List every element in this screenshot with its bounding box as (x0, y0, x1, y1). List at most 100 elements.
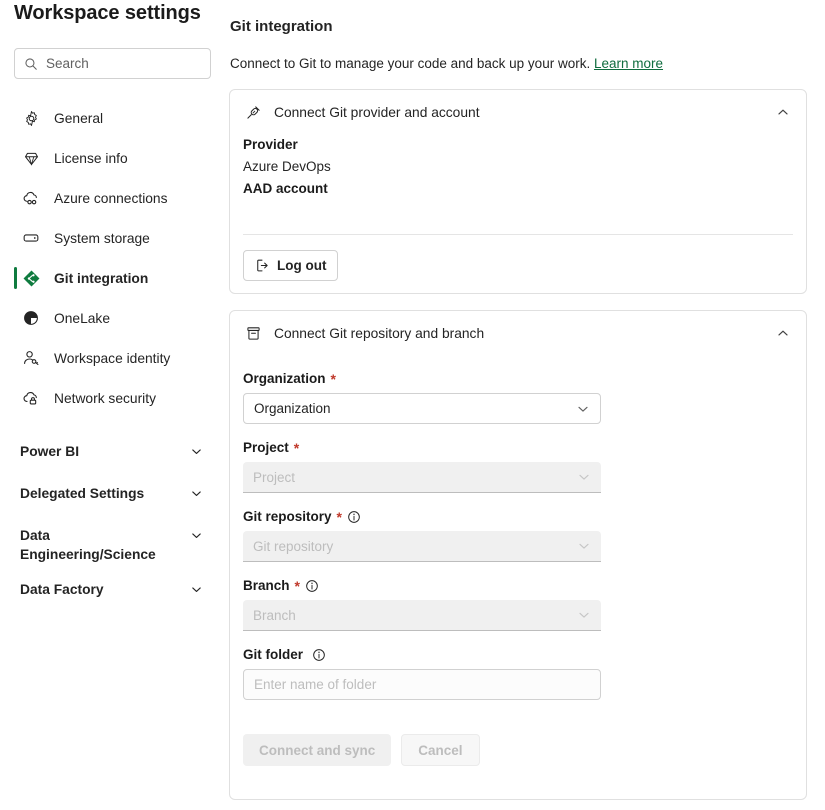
page-title: Workspace settings (14, 2, 201, 24)
sidebar-item-workspace-identity[interactable]: Workspace identity (0, 338, 225, 378)
field-git-repository: Git repository * Git repository (243, 509, 793, 562)
form-actions: Connect and sync Cancel (243, 734, 793, 770)
panel-description: Connect to Git to manage your code and b… (230, 56, 663, 71)
field-git-folder: Git folder (243, 647, 793, 700)
sidebar-item-network-security[interactable]: Network security (0, 378, 225, 418)
info-icon[interactable] (305, 579, 319, 593)
branch-dropdown-value: Branch (253, 607, 296, 623)
sidebar-item-label: Git integration (54, 270, 149, 286)
chevron-down-icon (577, 539, 591, 553)
field-git-repository-label: Git repository * (243, 509, 793, 524)
field-branch-label: Branch * (243, 578, 793, 593)
chevron-up-icon[interactable] (776, 326, 790, 340)
field-project-label: Project * (243, 440, 793, 455)
git-repository-dropdown-value: Git repository (253, 538, 334, 554)
chevron-down-icon (577, 470, 591, 484)
connect-repository-card-body: Organization * Organization Project * Pr… (230, 371, 806, 770)
field-label-text: Branch (243, 578, 290, 593)
field-organization: Organization * Organization (243, 371, 793, 424)
chevron-up-icon[interactable] (776, 105, 790, 119)
workspace-settings-page: Workspace settings General (0, 0, 825, 810)
chevron-down-icon (190, 487, 203, 505)
chevron-down-icon (190, 445, 203, 463)
diamond-icon (21, 148, 41, 168)
sidebar-group-delegated-settings[interactable]: Delegated Settings (0, 476, 225, 518)
connect-and-sync-button[interactable]: Connect and sync (243, 734, 392, 766)
cloud-link-icon (21, 188, 41, 208)
provider-label: Provider (243, 137, 298, 152)
provider-value: Azure DevOps (243, 159, 331, 174)
project-dropdown: Project (243, 462, 601, 493)
field-label-text: Organization (243, 371, 326, 386)
field-label-text: Git repository (243, 509, 332, 524)
search-input[interactable] (46, 56, 201, 71)
connect-provider-card: Connect Git provider and account Provide… (229, 89, 807, 294)
git-repository-dropdown: Git repository (243, 531, 601, 562)
connect-provider-card-title: Connect Git provider and account (274, 104, 480, 120)
sidebar-item-system-storage[interactable]: System storage (0, 218, 225, 258)
aad-account-label: AAD account (243, 181, 328, 196)
gear-icon (21, 108, 41, 128)
sidebar-nav: General License info Azure connections S… (0, 98, 225, 614)
connect-provider-card-body: Provider Azure DevOps AAD account Log ou… (230, 134, 806, 281)
sidebar-item-label: License info (54, 150, 128, 166)
chevron-down-icon (577, 608, 591, 622)
git-folder-input[interactable] (254, 677, 590, 692)
sidebar-item-onelake[interactable]: OneLake (0, 298, 225, 338)
sidebar-group-power-bi[interactable]: Power BI (0, 434, 225, 476)
sidebar-group-data-engineering-science[interactable]: Data Engineering/Science (0, 518, 225, 572)
scrolled-heading: Git integration (230, 18, 333, 34)
field-label-text: Git folder (243, 647, 303, 662)
info-icon[interactable] (312, 648, 326, 662)
settings-sidebar: General License info (0, 40, 225, 810)
chevron-down-icon (190, 529, 203, 547)
field-git-folder-label: Git folder (243, 647, 793, 662)
sidebar-item-label: Azure connections (54, 190, 168, 206)
branch-dropdown: Branch (243, 600, 601, 631)
sidebar-group-data-factory[interactable]: Data Factory (0, 572, 225, 614)
info-icon[interactable] (347, 510, 361, 524)
connect-repository-card-header[interactable]: Connect Git repository and branch (230, 311, 806, 355)
chevron-down-icon (576, 402, 590, 416)
sidebar-group-label: Data Engineering/Science (20, 528, 156, 562)
field-project: Project * Project (243, 440, 793, 493)
required-asterisk: * (293, 439, 300, 456)
required-asterisk: * (330, 370, 336, 387)
sidebar-group-label: Power BI (20, 444, 80, 459)
field-label-text: Project (243, 440, 289, 455)
required-asterisk: * (336, 508, 342, 525)
plug-connector-icon (243, 102, 263, 122)
log-out-button[interactable]: Log out (243, 250, 339, 281)
log-out-button-label: Log out (277, 258, 327, 273)
sidebar-item-license-info[interactable]: License info (0, 138, 225, 178)
project-dropdown-value: Project (253, 469, 296, 485)
sidebar-item-label: OneLake (54, 310, 110, 326)
sign-out-icon (255, 258, 270, 273)
chevron-down-icon (190, 583, 203, 601)
sidebar-item-general[interactable]: General (0, 98, 225, 138)
sidebar-item-label: General (54, 110, 104, 126)
cloud-lock-icon (21, 388, 41, 408)
git-folder-field[interactable] (243, 669, 601, 700)
connect-repository-card-title: Connect Git repository and branch (274, 325, 485, 341)
connect-provider-card-header[interactable]: Connect Git provider and account (230, 90, 806, 134)
onelake-icon (21, 308, 41, 328)
archive-box-icon (243, 323, 263, 343)
organization-dropdown[interactable]: Organization (243, 393, 601, 424)
card-divider (243, 234, 793, 235)
person-key-icon (21, 348, 41, 368)
sidebar-item-label: Workspace identity (54, 350, 171, 366)
storage-icon (21, 228, 41, 248)
search-box[interactable] (14, 48, 211, 79)
sidebar-item-label: System storage (54, 230, 150, 246)
organization-dropdown-value: Organization (254, 401, 331, 416)
connect-repository-card: Connect Git repository and branch Organi… (229, 310, 807, 800)
sidebar-item-azure-connections[interactable]: Azure connections (0, 178, 225, 218)
panel-description-text: Connect to Git to manage your code and b… (230, 56, 591, 71)
git-integration-panel: Git integration Connect to Git to manage… (228, 0, 825, 810)
cancel-button[interactable]: Cancel (401, 734, 480, 766)
learn-more-link[interactable]: Learn more (594, 56, 663, 71)
sidebar-item-git-integration[interactable]: Git integration (0, 258, 225, 298)
sidebar-group-label: Data Factory (20, 582, 104, 597)
